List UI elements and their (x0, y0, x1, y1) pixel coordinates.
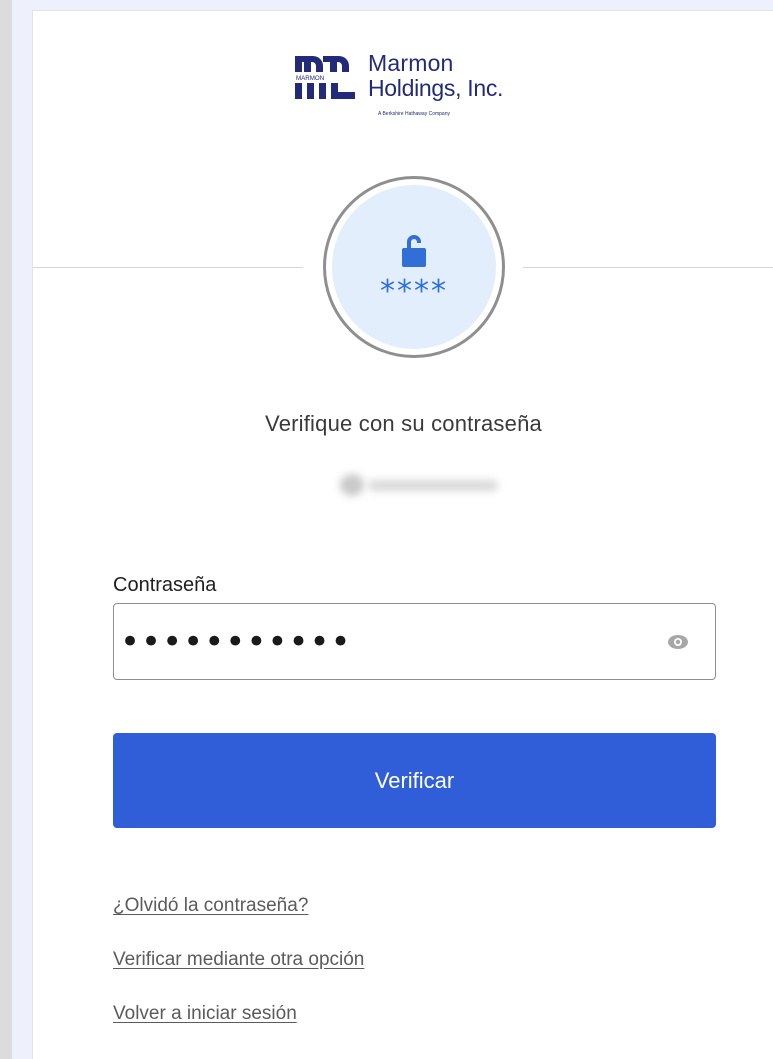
password-input[interactable] (118, 618, 642, 666)
sign-in-card: MARMON Marmon Holdings, Inc. A Berkshire… (32, 10, 773, 1059)
user-identifier-redacted (318, 474, 508, 496)
forgot-password-link[interactable]: ¿Olvidó la contraseña? (113, 895, 308, 917)
verify-other-option-link[interactable]: Verificar mediante otra opción (113, 949, 364, 971)
verify-button[interactable]: Verificar (113, 733, 716, 828)
left-edge (0, 0, 12, 1059)
password-label: Contraseña (113, 574, 217, 596)
identifier-avatar (340, 474, 364, 496)
logo-tagline: A Berkshire Hathaway Company (378, 111, 450, 117)
company-logo: MARMON Marmon Holdings, Inc. A Berkshire… (293, 51, 553, 131)
svg-text:MARMON: MARMON (296, 75, 324, 82)
password-stars: **** (380, 274, 448, 309)
lock-open-icon (402, 235, 426, 267)
password-field[interactable] (113, 603, 716, 680)
eye-icon[interactable] (667, 632, 689, 652)
logo-name-line1: Marmon (368, 50, 454, 76)
page-title: Verifique con su contraseña (265, 411, 542, 436)
back-to-sign-in-link[interactable]: Volver a iniciar sesión (113, 1003, 297, 1025)
divider-left (33, 267, 303, 268)
badge-inner: **** (332, 185, 496, 349)
marmon-logo-icon: MARMON (295, 56, 357, 99)
password-factor-badge: **** (323, 176, 505, 358)
divider-right (523, 267, 773, 268)
identifier-text (368, 480, 498, 491)
logo-name-line2: Holdings, Inc. (368, 75, 504, 101)
